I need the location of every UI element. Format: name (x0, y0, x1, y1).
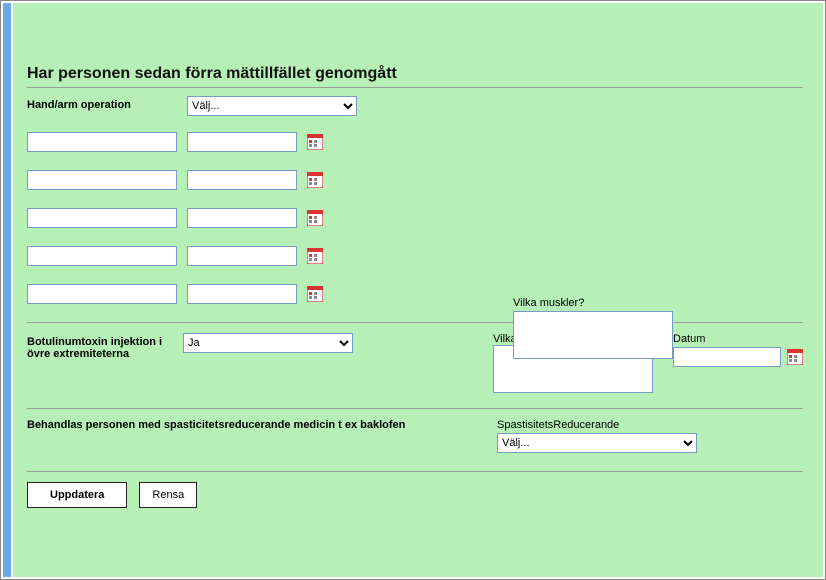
calendar-icon[interactable] (307, 134, 323, 150)
baklofen-select-label: SpastisitetsReducerande (497, 419, 697, 431)
date-row (27, 170, 803, 190)
date-row (27, 246, 803, 266)
date-row-input-b[interactable] (187, 208, 297, 228)
section-heading: Har personen sedan förra mättillfället g… (27, 65, 803, 83)
hand-arm-muscles-label: Vilka muskler? (513, 297, 673, 309)
date-row-input-b[interactable] (187, 170, 297, 190)
date-row (27, 284, 803, 304)
button-bar: Uppdatera Rensa (27, 471, 803, 508)
hand-arm-row: Hand/arm operation Välj... (27, 96, 803, 116)
date-row-input-a[interactable] (27, 246, 177, 266)
baklofen-select[interactable]: Välj... (497, 433, 697, 453)
hand-arm-label: Hand/arm operation (27, 96, 187, 111)
date-row-input-a[interactable] (27, 170, 177, 190)
calendar-icon[interactable] (307, 172, 323, 188)
left-rail (3, 3, 11, 577)
botox-date-label: Datum (673, 333, 803, 345)
botox-date-input[interactable] (673, 347, 781, 367)
date-row (27, 208, 803, 228)
date-row-input-a[interactable] (27, 208, 177, 228)
calendar-icon[interactable] (787, 349, 803, 365)
update-button[interactable]: Uppdatera (27, 482, 127, 508)
calendar-icon[interactable] (307, 210, 323, 226)
hand-arm-select[interactable]: Välj... (187, 96, 357, 116)
form-panel: Har personen sedan förra mättillfället g… (13, 3, 823, 577)
date-row-input-a[interactable] (27, 132, 177, 152)
date-row-input-b[interactable] (187, 132, 297, 152)
calendar-icon[interactable] (307, 286, 323, 302)
botox-label: Botulinumtoxin injektion i övre extremit… (27, 333, 183, 360)
botox-row: Botulinumtoxin injektion i övre extremit… (27, 322, 803, 396)
date-row-input-b[interactable] (187, 246, 297, 266)
hand-arm-date-rows (27, 132, 803, 304)
window-frame: Har personen sedan förra mättillfället g… (0, 0, 826, 580)
date-row (27, 132, 803, 152)
baklofen-row: Behandlas personen med spasticitetsreduc… (27, 408, 803, 453)
date-row-input-b[interactable] (187, 284, 297, 304)
hand-arm-muscles-block: Vilka muskler? (513, 297, 673, 362)
calendar-icon[interactable] (307, 248, 323, 264)
clear-button[interactable]: Rensa (139, 482, 197, 508)
divider (27, 87, 803, 88)
botox-select[interactable]: Ja (183, 333, 353, 353)
date-row-input-a[interactable] (27, 284, 177, 304)
botox-date-block: Datum (673, 333, 803, 367)
hand-arm-muscles-textarea[interactable] (513, 311, 673, 359)
baklofen-label: Behandlas personen med spasticitetsreduc… (27, 419, 497, 431)
